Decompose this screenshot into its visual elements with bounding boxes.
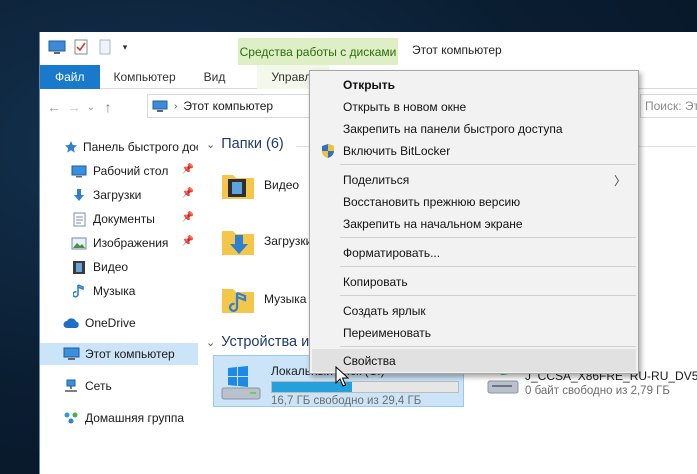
menu-item-pin-start[interactable]: Закрепить на начальном экране [312,212,636,235]
drive-free-space: 16,7 ГБ свободно из 29,4 ГБ [271,395,422,407]
drive-usage-bar [271,381,459,393]
folder-name: Видео [264,178,300,192]
nav-label: Сеть [85,379,112,393]
customize-toolbar-icon[interactable]: ▾ [120,39,130,55]
breadcrumb-separator-icon[interactable]: › [174,101,177,112]
menu-item-share[interactable]: Поделиться 〉 [312,168,636,191]
star-icon [64,139,78,155]
menu-item-format[interactable]: Форматировать... [312,241,636,264]
computer-icon [152,100,168,112]
menu-item-copy[interactable]: Копировать [312,270,636,293]
menu-separator [340,266,636,267]
nav-label: Домашняя группа [85,411,185,425]
nav-label: Панель быстрого доступа [83,140,198,154]
search-input[interactable]: Поиск: Этот компьютер [640,94,697,118]
pin-icon[interactable]: 📌 [182,164,194,175]
nav-item-downloads[interactable]: Загрузки 📌 [40,184,198,206]
nav-label: Документы [93,212,155,226]
menu-item-label: Включить BitLocker [343,143,451,158]
menu-separator [340,237,636,238]
nav-item-onedrive[interactable]: OneDrive [40,312,198,334]
document-icon [70,211,88,227]
nav-label: Рабочий стол [93,164,169,178]
submenu-arrow-icon: 〉 [613,174,626,188]
menu-item-create-shortcut[interactable]: Создать ярлык [312,299,636,322]
menu-item-restore-previous[interactable]: Восстановить прежнюю версию [312,190,636,213]
picture-icon [70,235,88,251]
menu-item-rename[interactable]: Переименовать [312,321,636,344]
menu-item-open-new-window[interactable]: Открыть в новом окне [312,95,636,118]
menu-item-bitlocker[interactable]: Включить BitLocker [312,139,636,162]
menu-item-pin-quick-access[interactable]: Закрепить на панели быстрого доступа [312,117,636,140]
folders-group-header[interactable]: ⌄ Папки (6) [206,136,284,152]
nav-item-music[interactable]: Музыка [40,280,198,302]
download-arrow-icon [70,187,88,203]
collapse-chevron-icon[interactable]: ⌄ [206,336,215,349]
video-folder-icon [222,175,254,199]
back-arrow-icon[interactable]: ← [44,99,64,115]
up-arrow-icon[interactable]: ↑ [98,99,118,115]
nav-label: Загрузки [93,188,142,202]
pin-icon[interactable]: 📌 [182,236,194,247]
nav-item-homegroup[interactable]: Домашняя группа [40,407,198,429]
nav-item-quick-access[interactable]: Панель быстрого доступа [40,136,198,158]
cloud-icon [62,315,80,331]
nav-item-documents[interactable]: Документы 📌 [40,208,198,230]
context-menu: Открыть Открыть в новом окне Закрепить н… [309,70,639,374]
nav-label: Изображения [93,236,169,250]
computer-icon[interactable] [48,39,66,55]
folder-name: Музыка [264,292,307,306]
homegroup-icon [62,410,80,426]
desktop-icon [70,163,88,179]
new-folder-icon[interactable] [96,39,114,55]
nav-item-desktop[interactable]: Рабочий стол 📌 [40,160,198,182]
dvd-free-space: 0 байт свободно из 2,79 ГБ [525,385,670,397]
properties-icon[interactable] [72,39,90,55]
quick-access-toolbar: ▾ [40,32,240,62]
tab-file[interactable]: Файл [40,65,100,89]
menu-separator [340,346,636,347]
recent-locations-chevron-icon[interactable]: ⌄ [84,102,98,113]
windows-drive-icon [221,366,261,400]
music-note-icon [70,283,88,299]
nav-label: OneDrive [85,316,136,330]
breadcrumb-this-pc[interactable]: Этот компьютер [183,99,273,113]
pin-icon[interactable]: 📌 [182,188,194,199]
forward-arrow-icon[interactable]: → [64,99,84,115]
context-tab-group-header: Средства работы с дисками [238,38,398,65]
collapse-chevron-icon[interactable]: ⌄ [206,138,215,151]
nav-item-videos[interactable]: Видео [40,256,198,278]
nav-item-pictures[interactable]: Изображения 📌 [40,232,198,254]
window-title: Этот компьютер [412,43,502,57]
nav-label: Видео [93,260,129,274]
tab-computer[interactable]: Компьютер [100,65,190,89]
menu-separator [340,295,636,296]
folder-name: Загрузки [264,234,313,248]
folders-group-label: Папки (6) [221,136,284,152]
nav-label: Музыка [93,284,136,298]
downloads-folder-icon [222,231,254,255]
nav-item-this-pc[interactable]: Этот компьютер [40,343,198,365]
film-icon [70,259,88,275]
navigation-pane: Панель быстрого доступа Рабочий стол 📌 З… [40,128,200,474]
pin-icon[interactable]: 📌 [182,212,194,223]
tab-view[interactable]: Вид [190,65,240,89]
nav-item-network[interactable]: Сеть [40,375,198,397]
computer-icon [62,346,80,362]
shield-icon [322,144,334,158]
music-folder-icon [222,289,254,313]
menu-item-label: Поделиться [343,172,410,187]
network-icon [62,378,80,394]
mouse-cursor-icon [335,366,349,387]
menu-item-properties[interactable]: Свойства [312,349,636,372]
nav-label: Этот компьютер [85,347,175,361]
menu-item-open[interactable]: Открыть [312,73,636,96]
menu-separator [340,164,636,165]
